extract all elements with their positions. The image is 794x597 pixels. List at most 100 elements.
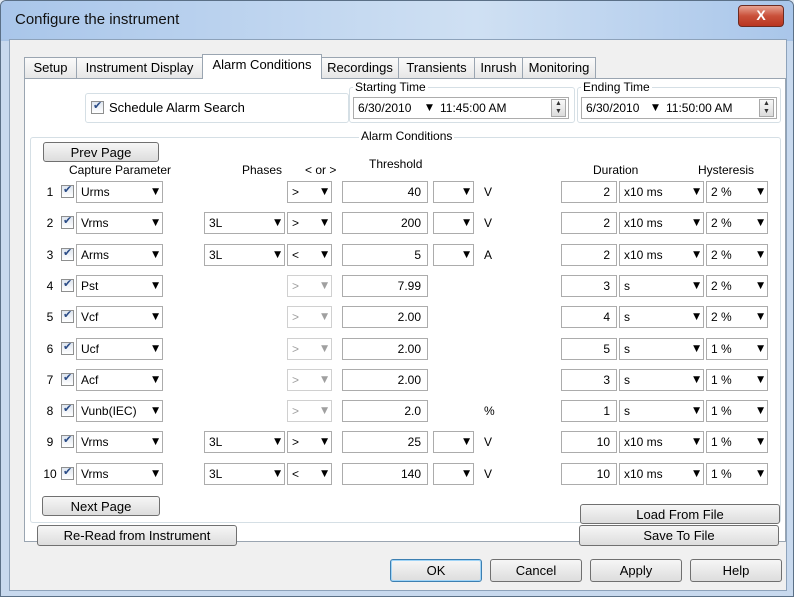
- threshold-multiplier-select[interactable]: ▼: [433, 212, 474, 234]
- help-button[interactable]: Help: [690, 559, 782, 582]
- duration-input[interactable]: 2: [561, 244, 617, 266]
- threshold-input[interactable]: 200: [342, 212, 428, 234]
- duration-input[interactable]: 3: [561, 275, 617, 297]
- tab-transients[interactable]: Transients: [398, 57, 475, 78]
- capture-parameter-select[interactable]: Ucf ▼: [76, 338, 163, 360]
- threshold-input[interactable]: 2.00: [342, 369, 428, 391]
- compare-select[interactable]: > ▼: [287, 338, 332, 360]
- duration-input[interactable]: 4: [561, 306, 617, 328]
- hysteresis-select[interactable]: 1 % ▼: [706, 338, 768, 360]
- phase-select[interactable]: 3L ▼: [204, 431, 285, 453]
- compare-select[interactable]: < ▼: [287, 463, 332, 485]
- hysteresis-select[interactable]: 1 % ▼: [706, 431, 768, 453]
- capture-parameter-select[interactable]: Arms ▼: [76, 244, 163, 266]
- duration-unit-select[interactable]: x10 ms ▼: [619, 212, 704, 234]
- duration-input[interactable]: 5: [561, 338, 617, 360]
- phase-select[interactable]: 3L ▼: [204, 463, 285, 485]
- cancel-button[interactable]: Cancel: [490, 559, 582, 582]
- threshold-multiplier-select[interactable]: ▼: [433, 463, 474, 485]
- hysteresis-select[interactable]: 1 % ▼: [706, 400, 768, 422]
- compare-select[interactable]: > ▼: [287, 181, 332, 203]
- duration-input[interactable]: 2: [561, 181, 617, 203]
- hysteresis-select[interactable]: 2 % ▼: [706, 306, 768, 328]
- ok-button[interactable]: OK: [390, 559, 482, 582]
- hysteresis-select[interactable]: 2 % ▼: [706, 275, 768, 297]
- chevron-down-icon[interactable]: ▼: [652, 98, 659, 118]
- row-enable-checkbox[interactable]: [61, 340, 74, 355]
- row-enable-checkbox[interactable]: [61, 308, 74, 323]
- threshold-input[interactable]: 2.00: [342, 338, 428, 360]
- threshold-multiplier-select[interactable]: ▼: [433, 244, 474, 266]
- threshold-multiplier-select[interactable]: ▼: [433, 181, 474, 203]
- title-bar[interactable]: Configure the instrument X: [1, 1, 793, 39]
- tab-inrush[interactable]: Inrush: [474, 57, 523, 78]
- duration-input[interactable]: 10: [561, 431, 617, 453]
- threshold-input[interactable]: 7.99: [342, 275, 428, 297]
- phase-select[interactable]: 3L ▼: [204, 244, 285, 266]
- duration-unit-select[interactable]: s ▼: [619, 369, 704, 391]
- tab-alarm-conditions[interactable]: Alarm Conditions: [202, 54, 322, 79]
- starting-datetime-picker[interactable]: 6/30/2010 ▼ 11:45:00 AM ▲ ▼: [353, 97, 569, 119]
- ending-time-spinner[interactable]: ▲ ▼: [759, 99, 774, 117]
- capture-parameter-select[interactable]: Vrms ▼: [76, 431, 163, 453]
- compare-select[interactable]: > ▼: [287, 275, 332, 297]
- save-to-file-button[interactable]: Save To File: [579, 525, 779, 546]
- load-from-file-button[interactable]: Load From File: [580, 504, 780, 524]
- capture-parameter-select[interactable]: Vrms ▼: [76, 463, 163, 485]
- hysteresis-select[interactable]: 1 % ▼: [706, 463, 768, 485]
- capture-parameter-select[interactable]: Acf ▼: [76, 369, 163, 391]
- next-page-button[interactable]: Next Page: [42, 496, 160, 516]
- tab-recordings[interactable]: Recordings: [321, 57, 399, 78]
- tab-instrument-display[interactable]: Instrument Display: [76, 57, 203, 78]
- chevron-down-icon[interactable]: ▼: [426, 98, 433, 118]
- hysteresis-select[interactable]: 2 % ▼: [706, 181, 768, 203]
- duration-unit-select[interactable]: s ▼: [619, 306, 704, 328]
- hysteresis-select[interactable]: 2 % ▼: [706, 212, 768, 234]
- row-enable-checkbox[interactable]: [61, 277, 74, 292]
- duration-input[interactable]: 10: [561, 463, 617, 485]
- duration-unit-select[interactable]: x10 ms ▼: [619, 244, 704, 266]
- schedule-checkbox[interactable]: [91, 99, 104, 114]
- duration-input[interactable]: 2: [561, 212, 617, 234]
- row-enable-checkbox[interactable]: [61, 246, 74, 261]
- duration-unit-select[interactable]: x10 ms ▼: [619, 181, 704, 203]
- tab-setup[interactable]: Setup: [24, 57, 77, 78]
- duration-unit-select[interactable]: s ▼: [619, 400, 704, 422]
- reread-instrument-button[interactable]: Re-Read from Instrument: [37, 525, 237, 546]
- compare-select[interactable]: > ▼: [287, 306, 332, 328]
- prev-page-button[interactable]: Prev Page: [43, 142, 159, 162]
- ending-datetime-picker[interactable]: 6/30/2010 ▼ 11:50:00 AM ▲ ▼: [581, 97, 777, 119]
- row-enable-checkbox[interactable]: [61, 371, 74, 386]
- threshold-input[interactable]: 5: [342, 244, 428, 266]
- starting-time-spinner[interactable]: ▲ ▼: [551, 99, 566, 117]
- duration-unit-select[interactable]: x10 ms ▼: [619, 431, 704, 453]
- threshold-input[interactable]: 140: [342, 463, 428, 485]
- duration-unit-select[interactable]: s ▼: [619, 338, 704, 360]
- capture-parameter-select[interactable]: Pst ▼: [76, 275, 163, 297]
- close-button[interactable]: X: [738, 5, 784, 27]
- capture-parameter-select[interactable]: Vrms ▼: [76, 212, 163, 234]
- duration-input[interactable]: 3: [561, 369, 617, 391]
- tab-monitoring[interactable]: Monitoring: [522, 57, 596, 78]
- capture-parameter-select[interactable]: Vunb(IEC) ▼: [76, 400, 163, 422]
- compare-select[interactable]: > ▼: [287, 369, 332, 391]
- compare-select[interactable]: < ▼: [287, 244, 332, 266]
- duration-input[interactable]: 1: [561, 400, 617, 422]
- row-enable-checkbox[interactable]: [61, 465, 74, 480]
- duration-unit-select[interactable]: s ▼: [619, 275, 704, 297]
- row-enable-checkbox[interactable]: [61, 402, 74, 417]
- threshold-multiplier-select[interactable]: ▼: [433, 431, 474, 453]
- threshold-input[interactable]: 2.00: [342, 306, 428, 328]
- compare-select[interactable]: > ▼: [287, 212, 332, 234]
- capture-parameter-select[interactable]: Urms ▼: [76, 181, 163, 203]
- compare-select[interactable]: > ▼: [287, 400, 332, 422]
- threshold-input[interactable]: 2.0: [342, 400, 428, 422]
- hysteresis-select[interactable]: 1 % ▼: [706, 369, 768, 391]
- compare-select[interactable]: > ▼: [287, 431, 332, 453]
- capture-parameter-select[interactable]: Vcf ▼: [76, 306, 163, 328]
- threshold-input[interactable]: 25: [342, 431, 428, 453]
- threshold-input[interactable]: 40: [342, 181, 428, 203]
- row-enable-checkbox[interactable]: [61, 433, 74, 448]
- apply-button[interactable]: Apply: [590, 559, 682, 582]
- hysteresis-select[interactable]: 2 % ▼: [706, 244, 768, 266]
